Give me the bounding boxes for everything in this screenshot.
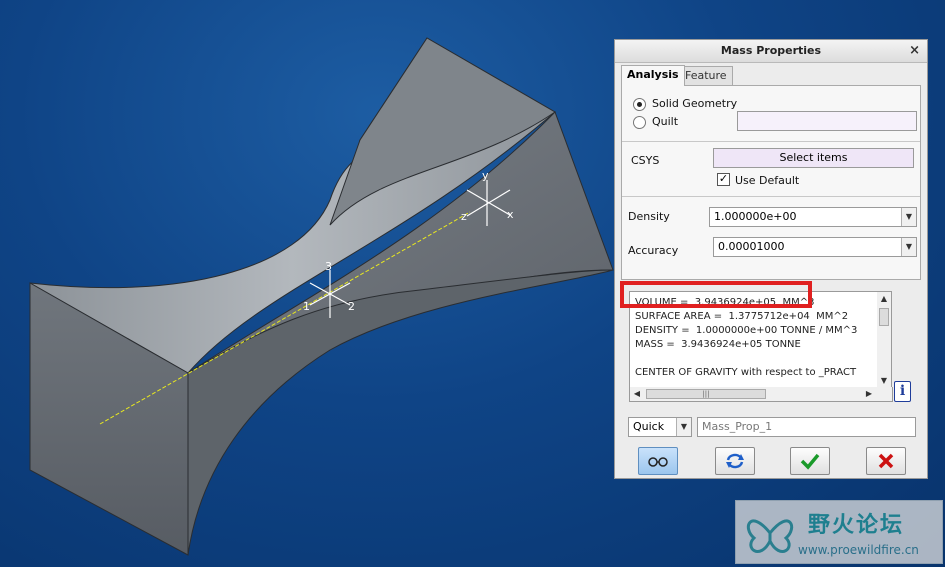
watermark-url: www.proewildfire.cn bbox=[798, 543, 919, 557]
chevron-down-icon[interactable]: ▼ bbox=[901, 238, 916, 256]
results-text: VOLUME = 3.9436924e+05 MM^3 SURFACE AREA… bbox=[635, 296, 857, 380]
dialog-close-icon[interactable]: × bbox=[909, 43, 920, 58]
quilt-selector-field[interactable] bbox=[737, 111, 917, 131]
checkmark-icon bbox=[800, 453, 820, 470]
use-default-label: Use Default bbox=[735, 174, 800, 187]
dialog-titlebar[interactable]: Mass Properties × bbox=[615, 40, 927, 63]
mass-properties-dialog: Mass Properties × Analysis Feature Solid… bbox=[614, 39, 928, 479]
accuracy-field[interactable]: 0.00001000 ▼ bbox=[713, 237, 917, 257]
glasses-icon bbox=[648, 457, 668, 467]
forum-watermark: 野火论坛 www.proewildfire.cn bbox=[735, 500, 943, 564]
analysis-panel: Solid Geometry Quilt CSYS Select items ✓… bbox=[621, 85, 921, 280]
tab-feature[interactable]: Feature bbox=[679, 66, 733, 85]
density-label: Density bbox=[628, 210, 670, 223]
solid-geometry-label: Solid Geometry bbox=[652, 97, 738, 110]
scroll-left-icon[interactable]: ◀ bbox=[632, 387, 642, 401]
dialog-title: Mass Properties bbox=[720, 44, 822, 57]
mode-combo[interactable]: Quick ▼ bbox=[628, 417, 692, 437]
center-csys-2-label: 2 bbox=[348, 300, 355, 313]
accuracy-label: Accuracy bbox=[628, 244, 679, 257]
tab-analysis[interactable]: Analysis bbox=[621, 65, 685, 86]
panel-divider bbox=[622, 196, 920, 197]
center-csys-3-label: 3 bbox=[325, 260, 332, 273]
horizontal-scroll-thumb[interactable]: ||| bbox=[646, 389, 766, 399]
result-volume-line: VOLUME = 3.9436924e+05 MM^3 bbox=[635, 297, 815, 308]
scroll-down-icon[interactable]: ▼ bbox=[877, 374, 891, 388]
chevron-down-icon[interactable]: ▼ bbox=[901, 208, 916, 226]
quilt-label: Quilt bbox=[652, 115, 679, 128]
chevron-down-icon[interactable]: ▼ bbox=[676, 418, 691, 436]
csys-label: CSYS bbox=[631, 154, 660, 167]
info-icon[interactable]: i bbox=[894, 381, 911, 402]
repeat-icon bbox=[726, 453, 744, 469]
use-default-checkbox[interactable]: ✓ bbox=[717, 173, 730, 186]
csys-select-items-field[interactable]: Select items bbox=[713, 148, 914, 168]
quilt-radio[interactable] bbox=[633, 116, 646, 129]
mode-value: Quick bbox=[633, 420, 665, 433]
result-cog-line: CENTER OF GRAVITY with respect to _PRACT bbox=[635, 367, 857, 378]
density-value: 1.000000e+00 bbox=[714, 210, 797, 223]
results-text-area[interactable]: VOLUME = 3.9436924e+05 MM^3 SURFACE AREA… bbox=[629, 291, 879, 389]
repeat-button[interactable] bbox=[715, 447, 755, 475]
vertical-scroll-thumb[interactable] bbox=[879, 308, 889, 326]
part-csys-x-label: x bbox=[507, 208, 514, 221]
analysis-name-field[interactable]: Mass_Prop_1 bbox=[697, 417, 916, 437]
close-icon bbox=[878, 453, 894, 469]
ok-button[interactable] bbox=[790, 447, 830, 475]
results-vertical-scrollbar[interactable]: ▲ ▼ bbox=[877, 291, 892, 389]
scroll-right-icon[interactable]: ▶ bbox=[864, 387, 874, 401]
watermark-title: 野火论坛 bbox=[808, 513, 905, 538]
result-density-line: DENSITY = 1.0000000e+00 TONNE / MM^3 bbox=[635, 325, 858, 336]
panel-divider bbox=[622, 141, 920, 142]
butterfly-logo-icon bbox=[746, 519, 794, 553]
result-mass-line: MASS = 3.9436924e+05 TONNE bbox=[635, 339, 801, 350]
results-horizontal-scrollbar[interactable]: ◀ ||| ▶ bbox=[629, 387, 893, 402]
center-csys-1-label: 1 bbox=[303, 300, 310, 313]
density-field[interactable]: 1.000000e+00 ▼ bbox=[709, 207, 917, 227]
preview-button[interactable] bbox=[638, 447, 678, 475]
solid-geometry-radio[interactable] bbox=[633, 98, 646, 111]
accuracy-value: 0.00001000 bbox=[718, 240, 785, 253]
result-surface-area-line: SURFACE AREA = 1.3775712e+04 MM^2 bbox=[635, 311, 849, 322]
part-csys-y-label: y bbox=[482, 169, 489, 182]
part-csys-z-label: z bbox=[461, 210, 467, 223]
scroll-up-icon[interactable]: ▲ bbox=[877, 292, 891, 306]
cancel-button[interactable] bbox=[866, 447, 906, 475]
